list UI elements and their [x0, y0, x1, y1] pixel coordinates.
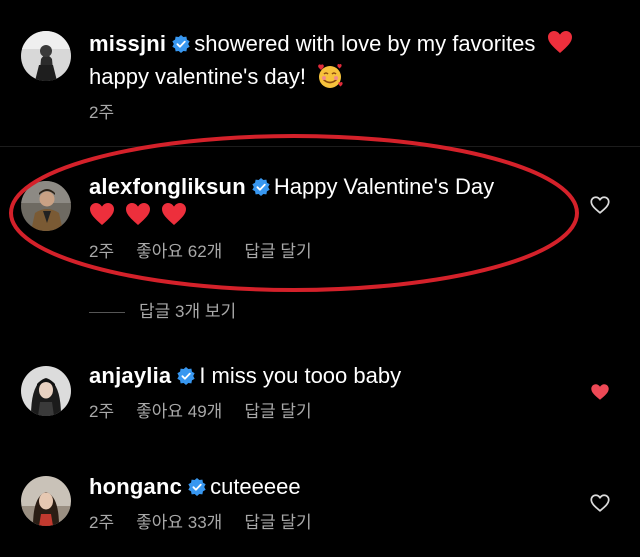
avatar[interactable] — [21, 31, 71, 81]
comment-time: 2주 — [89, 402, 115, 421]
comment-text-continued: happy valentine's day! — [89, 64, 307, 89]
verified-badge-icon — [252, 178, 270, 196]
username[interactable]: missjni — [89, 31, 166, 56]
reply-button[interactable]: 답글 달기 — [244, 242, 311, 261]
username[interactable]: honganc — [89, 474, 182, 499]
comment-time: 2주 — [89, 513, 115, 532]
comment-meta: 2주 좋아요 62개 답글 달기 — [89, 241, 334, 263]
comment-text-line: anjaylia I miss you tooo baby — [89, 362, 401, 390]
comment-time: 2주 — [89, 242, 115, 261]
red-heart-emoji-icon — [125, 202, 151, 226]
comment-meta: 2주 — [89, 102, 136, 124]
like-heart-outline-icon[interactable] — [589, 194, 611, 216]
likes-count[interactable]: 좋아요 33개 — [136, 513, 222, 532]
view-replies-link[interactable]: 답글 3개 보기 — [89, 301, 236, 323]
comment-meta: 2주 좋아요 49개 답글 달기 — [89, 401, 334, 423]
comment-text-line-2: happy valentine's day! — [89, 62, 344, 91]
smiling-face-with-hearts-icon — [316, 62, 344, 90]
likes-count[interactable]: 좋아요 62개 — [136, 242, 222, 261]
red-heart-emoji-icon — [161, 202, 187, 226]
comment-meta: 2주 좋아요 33개 답글 달기 — [89, 512, 334, 534]
reply-button[interactable]: 답글 달기 — [244, 513, 311, 532]
comment-text: cuteeeee — [210, 474, 301, 499]
red-heart-emoji-icon — [547, 30, 573, 54]
reply-button[interactable]: 답글 달기 — [244, 402, 311, 421]
likes-count[interactable]: 좋아요 49개 — [136, 402, 222, 421]
comment-text-line: honganc cuteeeee — [89, 473, 301, 501]
verified-badge-icon — [188, 478, 206, 496]
verified-badge-icon — [177, 367, 195, 385]
comment-text: showered with love by my favorites — [194, 31, 536, 56]
username[interactable]: alexfongliksun — [89, 174, 246, 199]
username[interactable]: anjaylia — [89, 363, 171, 388]
avatar[interactable] — [21, 181, 71, 231]
divider-dash — [89, 312, 125, 314]
avatar[interactable] — [21, 366, 71, 416]
comment-time: 2주 — [89, 103, 115, 122]
comment-text: Happy Valentine's Day — [273, 174, 495, 199]
avatar[interactable] — [21, 476, 71, 526]
verified-badge-icon — [172, 35, 190, 53]
red-heart-emoji-icon — [89, 202, 115, 226]
view-replies-label[interactable]: 답글 3개 보기 — [139, 302, 236, 321]
divider — [0, 146, 640, 147]
comment-text: I miss you tooo baby — [199, 363, 402, 388]
like-heart-outline-icon[interactable] — [589, 492, 611, 514]
comment-text-line: missjni showered with love by my favorite… — [89, 30, 573, 58]
comment-text-line-2 — [89, 202, 187, 230]
comment-text-line: alexfongliksun Happy Valentine's Day — [89, 173, 494, 201]
like-heart-filled-icon[interactable] — [589, 381, 611, 403]
